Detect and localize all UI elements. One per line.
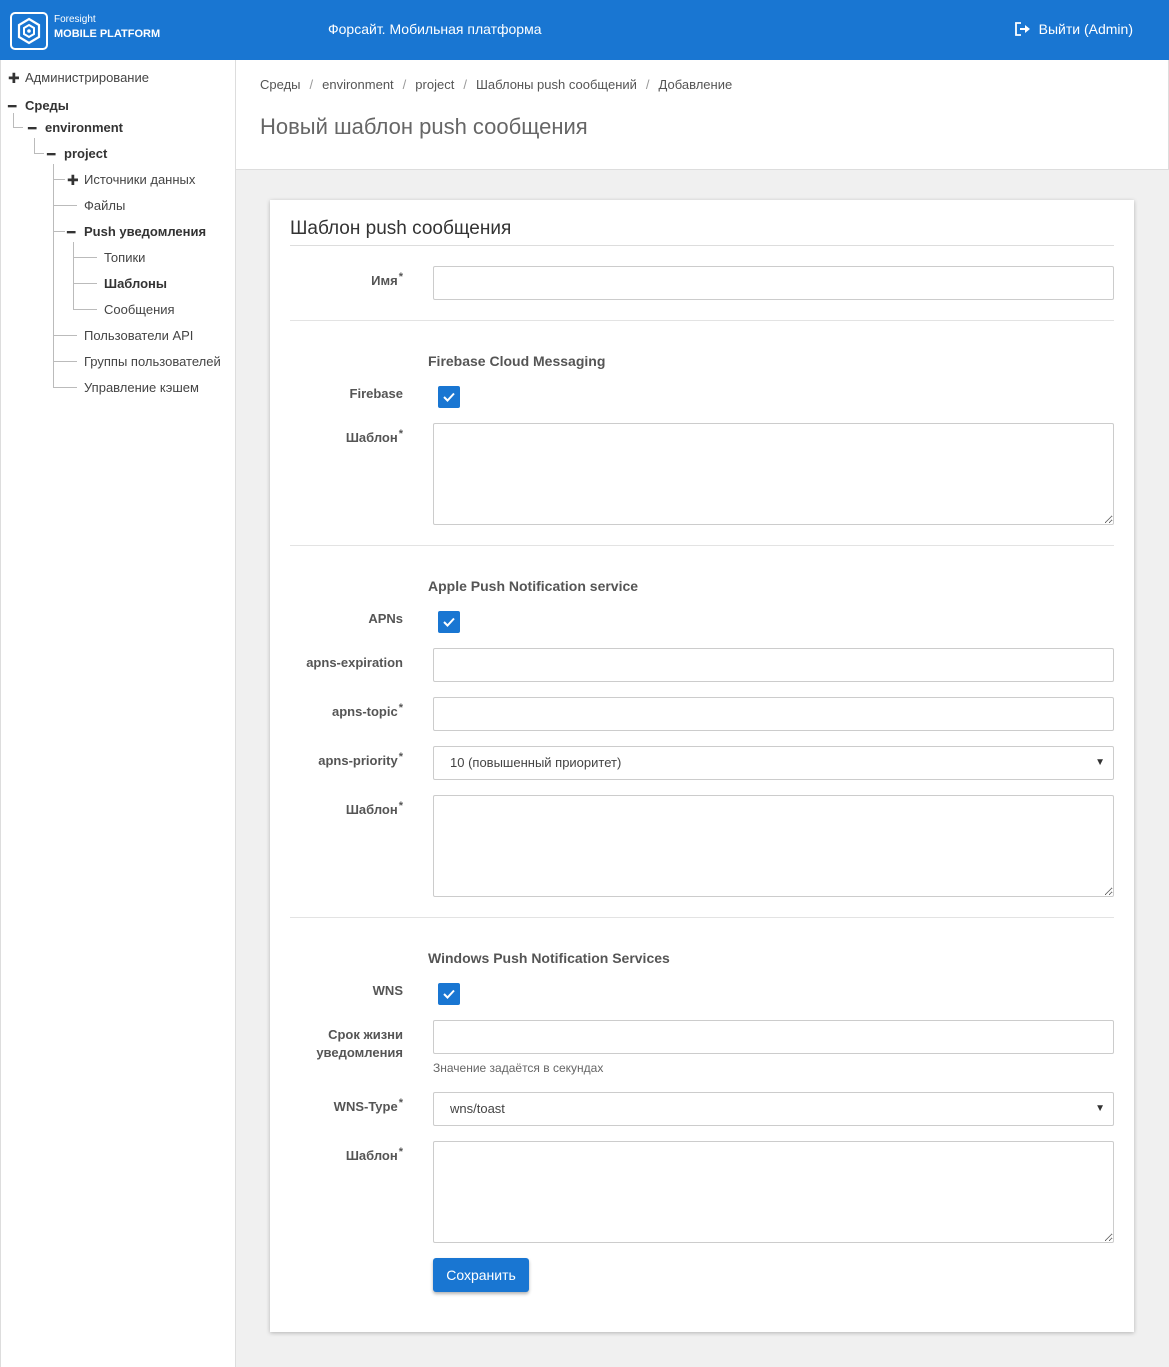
ttl-hint: Значение задаётся в секундах — [433, 1061, 604, 1075]
wns-type-select[interactable]: wns/toast ▼ — [433, 1092, 1114, 1126]
logout-button[interactable]: Выйти (Admin) — [1014, 21, 1133, 37]
sidebar-item-files[interactable]: Файлы — [84, 198, 125, 214]
name-input[interactable] — [433, 266, 1114, 300]
breadcrumb-item[interactable]: Шаблоны push сообщений — [476, 77, 637, 92]
breadcrumb-item[interactable]: environment — [322, 77, 394, 92]
collapse-minus-icon[interactable]: ━ — [47, 146, 55, 162]
apns-expiration-label: apns-expiration — [306, 655, 403, 670]
checkmark-icon — [443, 989, 455, 999]
sidebar-item-data-sources[interactable]: Источники данных — [84, 172, 195, 188]
logo-line-1: Foresight — [54, 14, 96, 25]
apns-section-title: Apple Push Notification service — [428, 578, 639, 594]
save-button[interactable]: Сохранить — [433, 1258, 529, 1292]
caret-down-icon: ▼ — [1095, 757, 1105, 768]
expand-plus-icon[interactable]: ✚ — [67, 172, 79, 188]
fcm-section-title: Firebase Cloud Messaging — [428, 353, 606, 369]
sidebar-item-administration[interactable]: Администрирование — [25, 70, 149, 86]
fcm-template-label: Шаблон* — [345, 428, 403, 445]
apns-topic-label: apns-topic* — [331, 702, 403, 719]
breadcrumb-item[interactable]: project — [415, 77, 454, 92]
breadcrumb-item[interactable]: Среды — [260, 77, 301, 92]
checkmark-icon — [443, 392, 455, 402]
sidebar-item-environment[interactable]: environment — [45, 120, 123, 136]
sidebar-item-environments[interactable]: Среды — [25, 98, 69, 114]
fcm-template-textarea[interactable] — [433, 423, 1114, 525]
apns-template-label: Шаблон* — [345, 800, 403, 817]
sidebar-item-topics[interactable]: Топики — [104, 250, 145, 266]
foresight-logo-icon[interactable] — [10, 12, 48, 50]
sidebar-item-project[interactable]: project — [64, 146, 107, 162]
app-title: Форсайт. Мобильная платформа — [328, 21, 542, 37]
sidebar-item-user-groups[interactable]: Группы пользователей — [84, 354, 221, 370]
app-header: Foresight MOBILE PLATFORM Форсайт. Мобил… — [0, 0, 1169, 60]
template-form-card: Шаблон push сообщения Имя* Firebase Clou… — [270, 200, 1134, 1332]
logo-line-2: MOBILE PLATFORM — [54, 28, 161, 40]
sidebar-tree: ✚ Администрирование ━ Среды ━ environmen… — [0, 60, 236, 1367]
card-title: Шаблон push сообщения — [290, 218, 512, 239]
apns-topic-input[interactable] — [433, 697, 1114, 731]
page-title: Новый шаблон push сообщения — [260, 114, 588, 139]
name-label: Имя* — [371, 271, 403, 288]
collapse-minus-icon[interactable]: ━ — [67, 224, 75, 240]
wns-type-label: WNS-Type* — [333, 1097, 403, 1114]
apns-checkbox[interactable] — [438, 611, 460, 633]
collapse-minus-icon[interactable]: ━ — [28, 120, 36, 136]
apns-expiration-input[interactable] — [433, 648, 1114, 682]
apns-template-textarea[interactable] — [433, 795, 1114, 897]
sidebar-item-cache[interactable]: Управление кэшем — [84, 380, 199, 396]
expand-plus-icon[interactable]: ✚ — [8, 70, 20, 86]
sidebar-item-templates[interactable]: Шаблоны — [104, 276, 167, 292]
wns-template-label: Шаблон* — [345, 1146, 403, 1163]
apns-label: APNs — [368, 611, 403, 626]
logo-text: Foresight MOBILE PLATFORM — [54, 13, 160, 41]
apns-priority-label: apns-priority* — [318, 751, 403, 768]
wns-section-title: Windows Push Notification Services — [428, 950, 670, 966]
sidebar-item-messages[interactable]: Сообщения — [104, 302, 175, 318]
caret-down-icon: ▼ — [1095, 1103, 1105, 1114]
ttl-input[interactable] — [433, 1020, 1114, 1054]
apns-priority-select[interactable]: 10 (повышенный приоритет) ▼ — [433, 746, 1114, 780]
collapse-minus-icon[interactable]: ━ — [8, 98, 16, 114]
firebase-label: Firebase — [349, 386, 403, 401]
logout-label: Выйти (Admin) — [1038, 21, 1133, 37]
wns-template-textarea[interactable] — [433, 1141, 1114, 1243]
apns-priority-value: 10 (повышенный приоритет) — [450, 755, 622, 770]
sidebar-item-api-users[interactable]: Пользователи API — [84, 328, 193, 344]
page-header: Среды / environment / project / Шаблоны pus… — [236, 60, 1169, 170]
ttl-label: Срок жизни уведомления — [316, 1027, 403, 1060]
logout-icon — [1014, 22, 1030, 36]
checkmark-icon — [443, 617, 455, 627]
firebase-checkbox[interactable] — [438, 386, 460, 408]
breadcrumb: Среды / environment / project / Шаблоны pus… — [260, 77, 733, 92]
sidebar-item-push[interactable]: Push уведомления — [84, 224, 206, 240]
breadcrumb-current: Добавление — [658, 77, 733, 92]
wns-label: WNS — [372, 983, 403, 998]
wns-checkbox[interactable] — [438, 983, 460, 1005]
wns-type-value: wns/toast — [450, 1101, 505, 1116]
